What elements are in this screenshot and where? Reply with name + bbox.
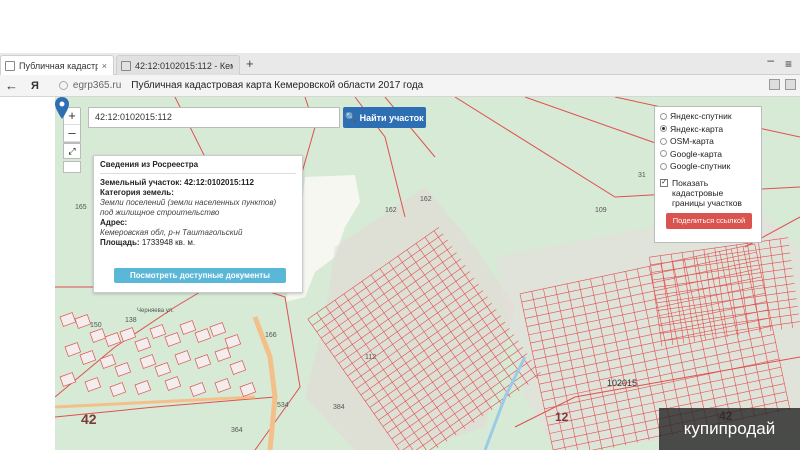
layer-option-google-satellite[interactable]: Google-спутник [660, 160, 756, 173]
label-534: 534 [277, 402, 289, 409]
find-parcel-label: Найти участок [359, 112, 424, 123]
layer-option-yandex-map[interactable]: Яндекс-карта [660, 123, 756, 136]
category-value: Земли поселений (земли населенных пункто… [100, 198, 277, 207]
parcel-value: 42:12:0102015:112 [184, 178, 254, 187]
label-166: 166 [265, 332, 277, 339]
location-pin-icon[interactable] [55, 97, 69, 119]
top-blank-area [0, 0, 800, 53]
label-364: 364 [231, 427, 243, 434]
label-31: 31 [638, 172, 646, 179]
search-icon: 🔍 [345, 112, 357, 122]
parcel-info-popup: Сведения из Росреестра Земельный участок… [93, 155, 303, 293]
radio-selected-icon[interactable] [660, 125, 667, 133]
label-384: 384 [333, 404, 345, 411]
zoom-out-button[interactable]: – [64, 125, 80, 142]
area-value: 1733948 кв. м. [141, 238, 196, 247]
yandex-logo[interactable]: Я [31, 80, 39, 92]
url-text[interactable]: egrp365.ru [73, 80, 121, 91]
popup-heading: Сведения из Росреестра [100, 160, 296, 174]
ruler-icon[interactable] [63, 161, 81, 173]
radio-icon[interactable] [660, 162, 667, 170]
page-title: Публичная кадастровая карта Кемеровской … [131, 80, 424, 91]
show-borders-toggle[interactable]: ✓ Показать кадастровые границы участков [660, 178, 756, 208]
checkbox-icon[interactable]: ✓ [660, 178, 668, 187]
road [55, 395, 256, 409]
layer-option-yandex-satellite[interactable]: Яндекс-спутник [660, 110, 756, 123]
radio-icon[interactable] [660, 112, 667, 120]
minimize-icon[interactable]: – [767, 53, 774, 67]
label-162: 162 [385, 207, 397, 214]
find-parcel-button[interactable]: 🔍 Найти участок [343, 107, 426, 128]
label-138: 138 [125, 317, 137, 324]
radio-icon[interactable] [660, 137, 667, 145]
download-icon[interactable] [785, 79, 796, 90]
share-link-button[interactable]: Поделиться ссылкой [666, 212, 752, 229]
area-label: Площадь: [100, 238, 140, 247]
label-150: 150 [90, 322, 102, 329]
parcel-search-input[interactable]: 42:12:0102015:112 [88, 107, 340, 128]
layer-option-osm[interactable]: OSM-карта [660, 135, 756, 148]
tab-bar: Публичная кадастровая × 42:12:0102015:11… [0, 53, 800, 75]
menu-icon[interactable]: ≡ [785, 57, 792, 71]
cadastral-map[interactable]: 165 162 162 109 31 150 138 112 384 364 5… [55, 97, 800, 450]
back-icon[interactable]: ← [5, 78, 19, 93]
label-112: 112 [365, 354, 376, 361]
label-12: 12 [555, 410, 569, 424]
favicon-icon [121, 60, 131, 71]
show-borders-label: Показать кадастровые границы участков [672, 177, 742, 208]
street-label: Черняева ул. [137, 308, 174, 314]
label-165: 165 [75, 204, 87, 211]
layer-option-google-map[interactable]: Google-карта [660, 148, 756, 161]
label-109: 109 [595, 207, 607, 214]
fullscreen-button[interactable]: ⤢ [63, 143, 81, 159]
extension-icon[interactable] [769, 79, 780, 90]
radio-icon[interactable] [660, 150, 667, 158]
label-42: 42 [81, 411, 97, 427]
tab-cadastral-map[interactable]: Публичная кадастровая × [0, 55, 114, 75]
address-value: Кемеровская обл, р-н Таштагольский [100, 228, 243, 237]
category-label: Категория земель: [100, 188, 174, 197]
watermark: купипродай [659, 408, 800, 450]
parcel-label: Земельный участок: [100, 178, 182, 187]
tab-title: 42:12:0102015:112 - Кемер [135, 60, 233, 71]
address-bar: ← Я egrp365.ru Публичная кадастровая кар… [0, 75, 800, 97]
use-value: под жилищное строительство [100, 208, 220, 217]
label-162b: 162 [420, 196, 432, 203]
close-tab-icon[interactable]: × [102, 61, 107, 71]
favicon-icon [5, 60, 15, 71]
view-documents-button[interactable]: Посмотреть доступные документы [114, 268, 286, 283]
tab-parcel[interactable]: 42:12:0102015:112 - Кемер [116, 55, 240, 75]
pin-label: 102015 [607, 378, 638, 388]
layer-switcher: Яндекс-спутник Яндекс-карта OSM-карта Go… [654, 106, 762, 243]
new-tab-button[interactable]: + [246, 56, 254, 71]
site-info-icon[interactable] [58, 81, 68, 90]
tab-title: Публичная кадастровая [19, 60, 98, 71]
address-label: Адрес: [100, 218, 128, 227]
